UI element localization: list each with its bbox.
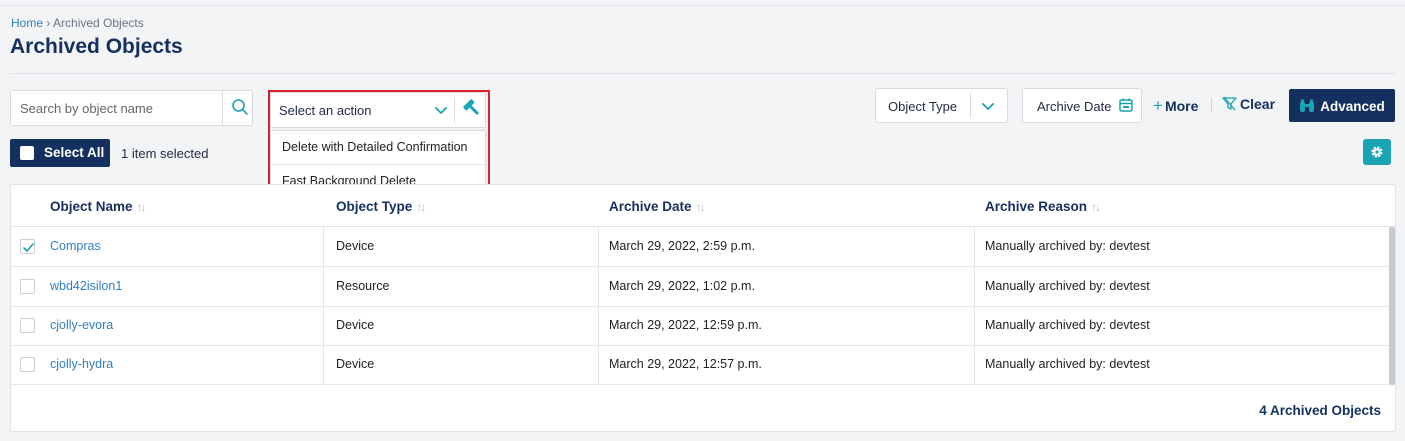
binoculars-icon xyxy=(1300,99,1315,112)
row-checkbox[interactable] xyxy=(20,357,35,372)
cell-divider xyxy=(323,345,324,384)
more-filters-label: More xyxy=(1164,98,1199,114)
archive-date-cell: March 29, 2022, 12:59 p.m. xyxy=(609,318,762,332)
select-all-button[interactable]: Select All xyxy=(10,139,110,167)
search-icon[interactable] xyxy=(230,97,250,117)
page-title: Archived Objects xyxy=(10,35,183,58)
archive-date-cell: March 29, 2022, 1:02 p.m. xyxy=(609,279,755,293)
row-checkbox[interactable] xyxy=(20,279,35,294)
search-box xyxy=(10,90,253,126)
breadcrumb-home-link[interactable]: Home xyxy=(11,16,43,30)
archived-objects-count: 4 Archived Objects xyxy=(1259,403,1381,418)
object-name-link[interactable]: Compras xyxy=(50,227,101,266)
breadcrumb-current: Archived Objects xyxy=(53,16,144,30)
selection-count: 1 item selected xyxy=(121,146,209,161)
clear-filters-label: Clear xyxy=(1240,96,1276,112)
cell-divider xyxy=(598,227,599,266)
top-divider xyxy=(0,5,1405,6)
column-header-object-name[interactable]: Object Name ↑↓ xyxy=(50,199,147,214)
column-header-archive-date[interactable]: Archive Date ↑↓ xyxy=(609,199,706,214)
action-select-label: Select an action xyxy=(279,103,372,118)
sort-icon[interactable]: ↑↓ xyxy=(1091,200,1101,214)
calendar-icon xyxy=(1118,97,1134,113)
table-header: Object Name ↑↓ Object Type ↑↓ Archive Date… xyxy=(11,185,1395,227)
cell-divider xyxy=(974,227,975,266)
column-header-archive-reason[interactable]: Archive Reason ↑↓ xyxy=(985,199,1101,214)
gear-icon xyxy=(1371,146,1383,158)
archived-objects-table: Object Name ↑↓ Object Type ↑↓ Archive Date… xyxy=(10,184,1396,432)
archive-date-cell: March 29, 2022, 12:57 p.m. xyxy=(609,357,762,371)
archive-reason-cell: Manually archived by: devtest xyxy=(985,318,1150,332)
archive-date-cell: March 29, 2022, 2:59 p.m. xyxy=(609,239,755,253)
object-type-filter-label: Object Type xyxy=(888,99,958,114)
archive-reason-cell: Manually archived by: devtest xyxy=(985,279,1150,293)
object-type-cell: Resource xyxy=(336,279,390,293)
search-input[interactable] xyxy=(11,91,222,125)
cell-divider xyxy=(598,306,599,345)
object-type-cell: Device xyxy=(336,239,375,253)
plus-icon: + xyxy=(1153,96,1163,115)
table-settings-button[interactable] xyxy=(1363,139,1391,165)
object-type-filter[interactable]: Object Type xyxy=(875,88,1008,123)
cell-divider xyxy=(598,267,599,306)
table-scrollbar[interactable] xyxy=(1389,227,1395,385)
cell-divider xyxy=(323,267,324,306)
object-type-cell: Device xyxy=(336,318,375,332)
advanced-search-button[interactable]: Advanced xyxy=(1289,89,1395,122)
object-name-link[interactable]: cjolly-hydra xyxy=(50,345,113,384)
sort-icon[interactable]: ↑↓ xyxy=(696,200,706,214)
archive-date-filter[interactable]: Archive Date xyxy=(1022,88,1142,123)
select-all-label: Select All xyxy=(44,145,105,160)
cell-divider xyxy=(323,306,324,345)
archive-reason-cell: Manually archived by: devtest xyxy=(985,357,1150,371)
table-row: Compras Device March 29, 2022, 2:59 p.m.… xyxy=(11,227,1389,267)
sort-icon[interactable]: ↑↓ xyxy=(416,200,426,214)
cell-divider xyxy=(598,345,599,384)
clear-filters-button[interactable]: Clear xyxy=(1222,96,1275,112)
select-all-checkbox[interactable] xyxy=(20,146,34,160)
cell-divider xyxy=(974,345,975,384)
object-type-cell: Device xyxy=(336,357,375,371)
cell-divider xyxy=(323,227,324,266)
sort-icon[interactable]: ↑↓ xyxy=(137,200,147,214)
table-row: cjolly-evora Device March 29, 2022, 12:5… xyxy=(11,306,1389,346)
search-divider xyxy=(222,91,223,125)
advanced-search-label: Advanced xyxy=(1320,98,1385,114)
filter-divider xyxy=(1211,98,1212,112)
action-select[interactable]: Select an action xyxy=(270,92,486,128)
check-icon xyxy=(23,243,34,252)
object-name-link[interactable]: wbd42isilon1 xyxy=(50,267,122,306)
cell-divider xyxy=(974,267,975,306)
column-header-object-type[interactable]: Object Type ↑↓ xyxy=(336,199,426,214)
action-select-divider xyxy=(454,97,455,123)
filter-clear-icon xyxy=(1222,96,1237,111)
table-row: cjolly-hydra Device March 29, 2022, 12:5… xyxy=(11,345,1389,385)
row-checkbox[interactable] xyxy=(20,239,35,254)
breadcrumb: Home › Archived Objects xyxy=(11,16,144,30)
cell-divider xyxy=(974,306,975,345)
row-checkbox[interactable] xyxy=(20,318,35,333)
chevron-down-icon[interactable] xyxy=(980,98,996,114)
more-filters-button[interactable]: + More xyxy=(1153,96,1198,116)
object-name-link[interactable]: cjolly-evora xyxy=(50,306,113,345)
header-divider xyxy=(10,73,1395,74)
breadcrumb-separator: › xyxy=(43,16,54,30)
object-type-divider xyxy=(970,93,971,118)
archive-reason-cell: Manually archived by: devtest xyxy=(985,239,1150,253)
action-option-detailed-delete[interactable]: Delete with Detailed Confirmation xyxy=(271,131,485,164)
archive-date-filter-label: Archive Date xyxy=(1037,99,1112,114)
chevron-down-icon[interactable] xyxy=(433,102,449,118)
hammer-icon[interactable] xyxy=(461,97,483,119)
table-row: wbd42isilon1 Resource March 29, 2022, 1:… xyxy=(11,267,1389,307)
